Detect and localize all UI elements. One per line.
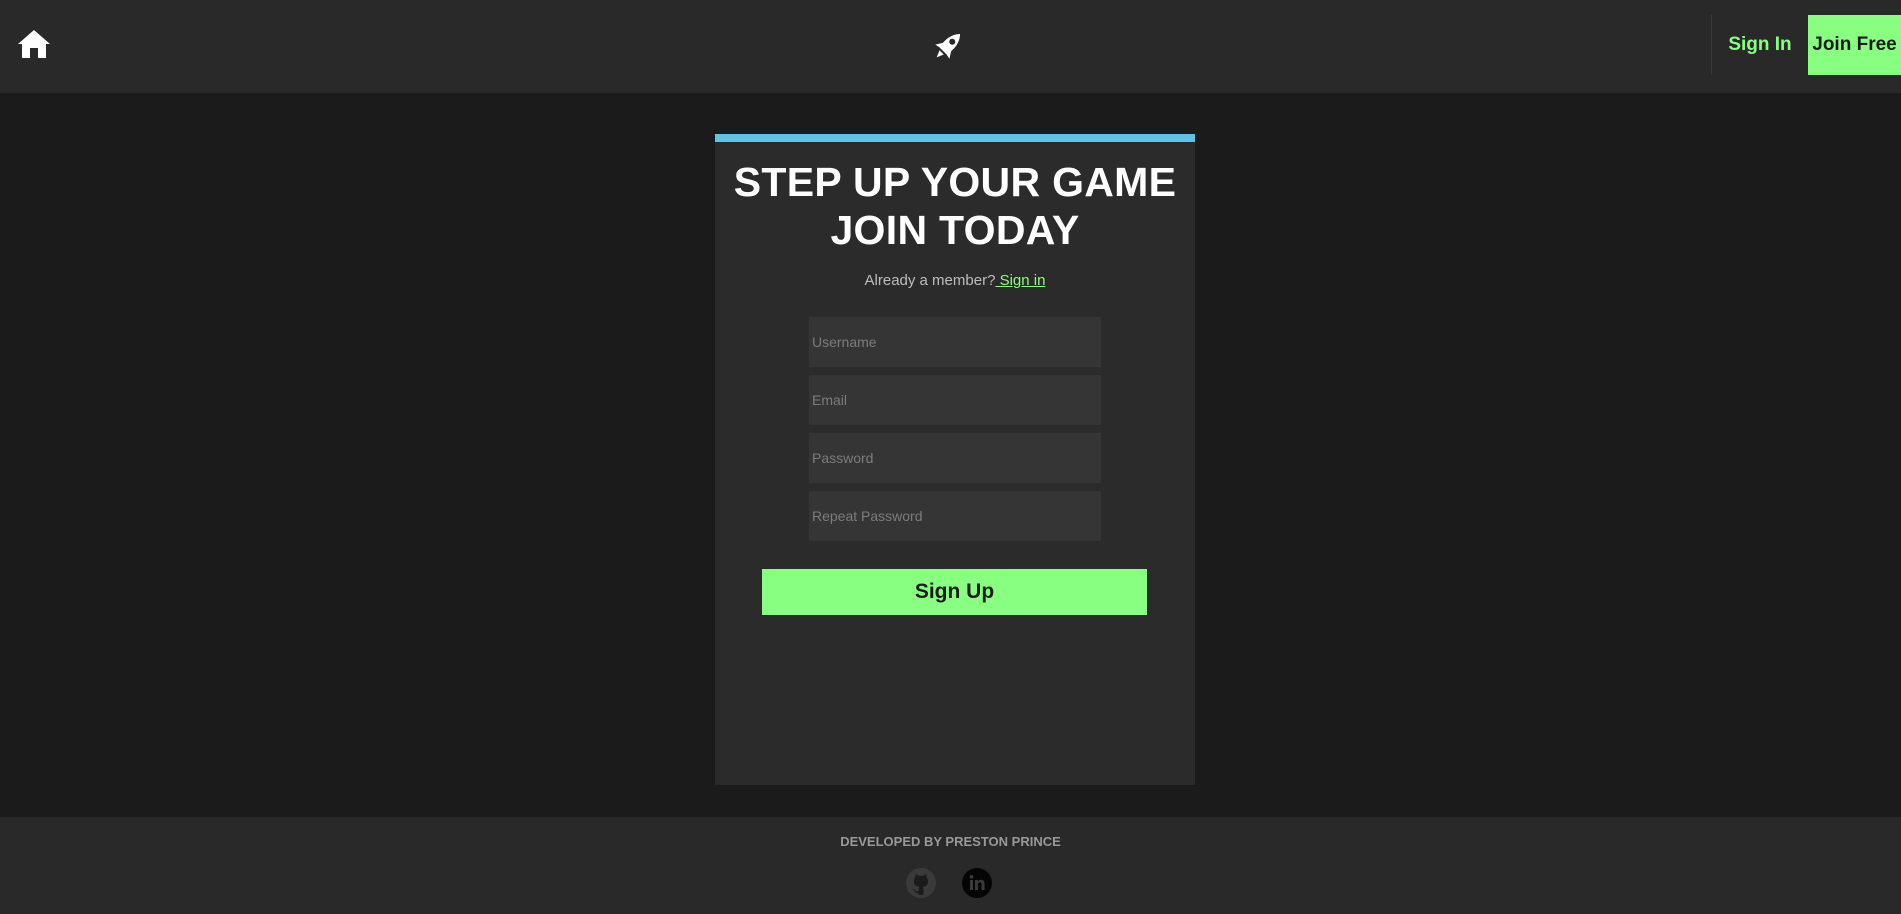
rocket-icon	[935, 33, 961, 59]
username-field[interactable]	[809, 317, 1101, 367]
already-member-line: Already a member? Sign in	[715, 272, 1195, 289]
github-icon	[906, 868, 936, 898]
nav-join-free-button[interactable]: Join Free	[1808, 15, 1901, 75]
linkedin-link[interactable]	[961, 867, 993, 899]
home-icon	[18, 30, 50, 58]
footer: DEVELOPED BY PRESTON PRINCE	[0, 817, 1901, 914]
linkedin-icon	[962, 868, 992, 898]
password-field[interactable]	[809, 433, 1101, 483]
sign-up-button[interactable]: Sign Up	[762, 569, 1147, 615]
developer-credit: DEVELOPED BY PRESTON PRINCE	[840, 834, 1061, 849]
email-field[interactable]	[809, 375, 1101, 425]
nav-sign-in-link[interactable]: Sign In	[1712, 15, 1808, 75]
navbar: Sign In Join Free	[0, 0, 1901, 93]
github-link[interactable]	[905, 867, 937, 899]
repeat-password-field[interactable]	[809, 491, 1101, 541]
signup-card: STEP UP YOUR GAME JOIN TODAY Already a m…	[715, 134, 1195, 785]
headline-line-2: JOIN TODAY	[830, 207, 1080, 253]
headline-line-1: STEP UP YOUR GAME	[733, 159, 1177, 205]
signup-headline: STEP UP YOUR GAME JOIN TODAY	[715, 158, 1195, 254]
already-member-text: Already a member?	[864, 272, 996, 289]
home-link[interactable]	[16, 27, 52, 61]
sign-in-link[interactable]: Sign in	[995, 272, 1046, 289]
